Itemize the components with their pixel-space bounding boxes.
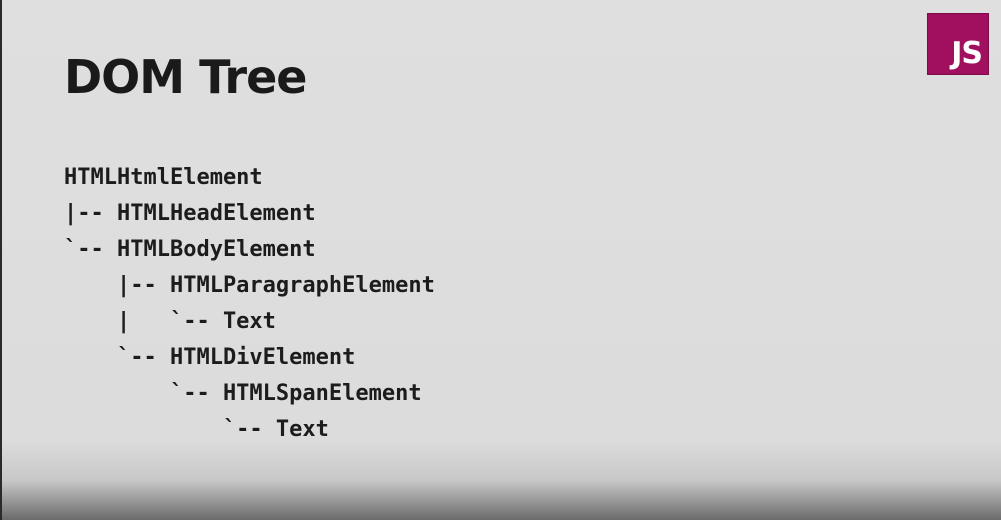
- tree-line-head: |-- HTMLHeadElement: [64, 201, 316, 226]
- tree-line-html: HTMLHtmlElement: [64, 165, 263, 190]
- tree-line-paragraph-text: | `-- Text: [64, 309, 276, 334]
- slide-title: DOM Tree: [64, 50, 307, 104]
- slide: DOM Tree JS HTMLHtmlElement |-- HTMLHead…: [0, 0, 1001, 520]
- js-logo-text: JS: [951, 36, 983, 71]
- dom-tree-listing: HTMLHtmlElement |-- HTMLHeadElement `-- …: [64, 160, 435, 448]
- tree-line-paragraph: |-- HTMLParagraphElement: [64, 273, 435, 298]
- tree-line-span-text: `-- Text: [64, 417, 329, 442]
- tree-line-span: `-- HTMLSpanElement: [64, 381, 422, 406]
- slide-left-border: [0, 0, 2, 520]
- js-logo-badge: JS: [927, 13, 989, 75]
- tree-line-div: `-- HTMLDivElement: [64, 345, 356, 370]
- tree-line-body: `-- HTMLBodyElement: [64, 237, 316, 262]
